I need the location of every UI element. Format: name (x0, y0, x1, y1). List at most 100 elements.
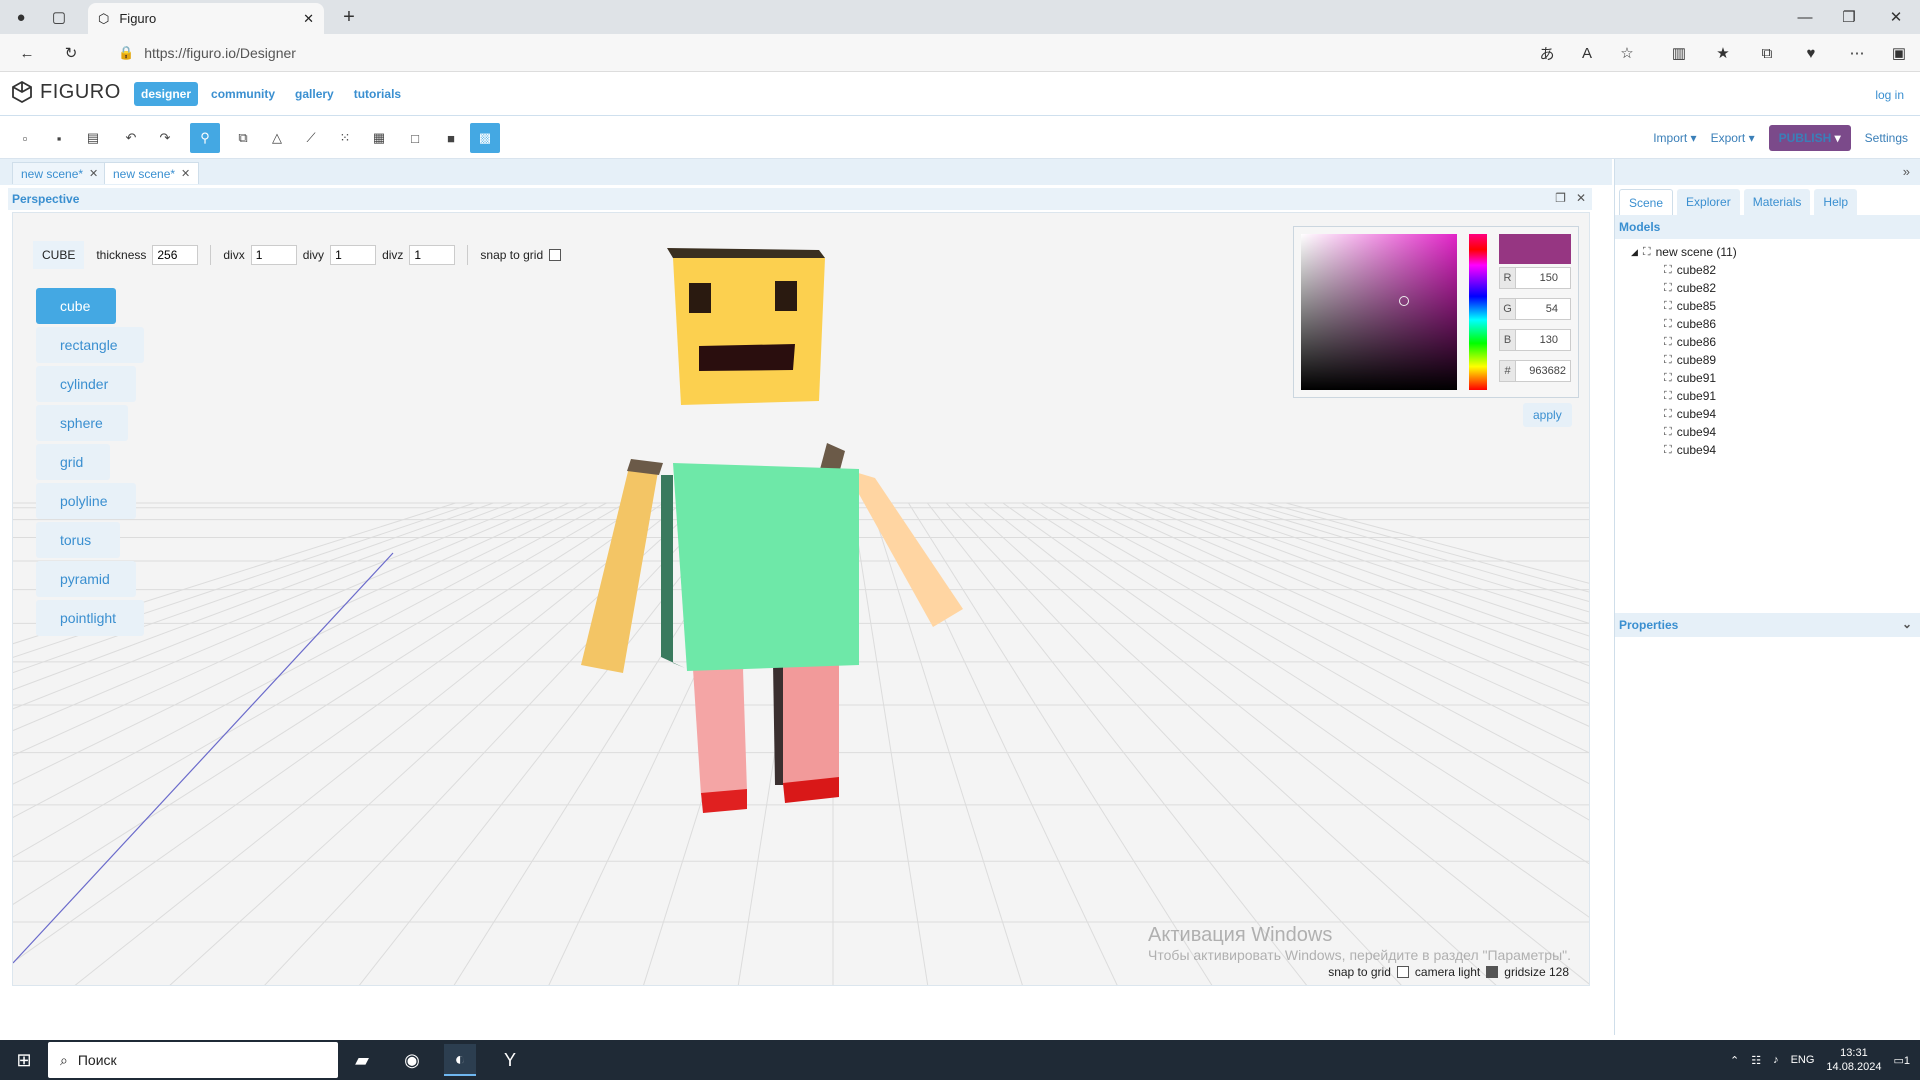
network-icon[interactable]: ☷ (1751, 1054, 1761, 1067)
restore-icon[interactable]: ❐ (1838, 6, 1860, 28)
expand-properties-icon[interactable]: ⌄ (1902, 617, 1912, 631)
tree-item[interactable]: ⛶ cube94 (1631, 423, 1920, 441)
nav-designer[interactable]: designer (134, 82, 199, 106)
right-arm[interactable] (845, 469, 963, 627)
browser-tab[interactable]: ⬡ Figuro ✕ (88, 3, 324, 34)
expand-icon[interactable]: ◢ (1631, 247, 1638, 258)
browser-essentials-icon[interactable]: ♥ (1800, 42, 1822, 64)
nav-tutorials[interactable]: tutorials (347, 82, 408, 106)
tree-item[interactable]: ⛶ cube91 (1631, 369, 1920, 387)
shape-grid-button[interactable]: grid (36, 444, 110, 480)
file-explorer-icon[interactable]: ▰ (346, 1044, 378, 1076)
collections-icon[interactable]: ⧉ (1756, 42, 1778, 64)
torso[interactable] (673, 463, 859, 671)
back-icon[interactable]: ← (16, 42, 38, 64)
taskbar-search[interactable]: ⌕ Поиск (48, 1042, 338, 1078)
shape-torus-button[interactable]: torus (36, 522, 120, 558)
shape-cylinder-button[interactable]: cylinder (36, 366, 136, 402)
hex-field[interactable]: # 963682 (1499, 360, 1571, 382)
tree-item[interactable]: ⛶ cube82 (1631, 279, 1920, 297)
nav-community[interactable]: community (204, 82, 282, 106)
copy-icon[interactable]: ⧉ (228, 123, 258, 153)
close-window-icon[interactable]: ✕ (1885, 6, 1907, 28)
color-cursor[interactable] (1399, 296, 1409, 306)
gridsize-label[interactable]: gridsize 128 (1504, 965, 1569, 979)
snap-to-grid-checkbox[interactable] (549, 249, 562, 261)
saturation-value-area[interactable] (1301, 234, 1457, 390)
language-indicator[interactable]: ENG (1791, 1054, 1815, 1066)
volume-icon[interactable]: ♪ (1773, 1054, 1779, 1066)
favorites-icon[interactable]: ★ (1712, 42, 1734, 64)
save-as-icon[interactable]: ▤ (78, 123, 108, 153)
tree-item[interactable]: ⛶ cube89 (1631, 351, 1920, 369)
tree-item[interactable]: ⛶ cube91 (1631, 387, 1920, 405)
head[interactable] (673, 258, 825, 405)
green-channel-field[interactable]: G 54 (1499, 298, 1571, 320)
translate-icon[interactable]: あ (1536, 42, 1558, 64)
windows-start-icon[interactable]: ⊞ (8, 1044, 40, 1076)
maximize-icon[interactable]: ❐ (1555, 191, 1566, 205)
sidebar-icon[interactable]: ▣ (1888, 42, 1910, 64)
close-doc-tab-icon[interactable]: ✕ (181, 167, 190, 180)
line-tool-icon[interactable]: ⟋ (296, 123, 326, 153)
export-menu[interactable]: Export ▾ (1711, 131, 1755, 145)
divz-input[interactable] (409, 245, 456, 265)
close-viewport-icon[interactable]: ✕ (1576, 191, 1586, 205)
red-channel-field[interactable]: R 150 (1499, 267, 1571, 289)
figuro-logo[interactable]: FIGURO (10, 80, 121, 104)
more-icon[interactable]: ⋯ (1846, 42, 1868, 64)
yandex-browser-icon[interactable]: Y (494, 1044, 526, 1076)
redo-icon[interactable]: ↷ (150, 123, 180, 153)
points-tool-icon[interactable]: ⁙ (330, 123, 360, 153)
profile-icon[interactable]: ● (10, 6, 32, 28)
undo-icon[interactable]: ↶ (116, 123, 146, 153)
import-menu[interactable]: Import ▾ (1653, 131, 1696, 145)
nav-gallery[interactable]: gallery (288, 82, 341, 106)
tree-item[interactable]: ⛶ cube85 (1631, 297, 1920, 315)
3d-viewport[interactable]: CUBE thickness divx divy divz snap to gr… (12, 212, 1590, 986)
tab-materials[interactable]: Materials (1743, 189, 1811, 215)
notifications-icon[interactable]: ▭1 (1893, 1054, 1910, 1067)
login-link[interactable]: log in (1875, 88, 1904, 102)
chrome-icon[interactable]: ◉ (396, 1044, 428, 1076)
left-leg[interactable] (693, 669, 747, 795)
settings-link[interactable]: Settings (1865, 131, 1908, 145)
grid-tool-icon[interactable]: ▦ (364, 123, 394, 153)
collapse-panel-icon[interactable]: » (1903, 164, 1910, 179)
apply-color-button[interactable]: apply (1523, 403, 1572, 427)
tray-overflow-icon[interactable]: ⌃ (1730, 1054, 1739, 1067)
blue-channel-field[interactable]: B 130 (1499, 329, 1571, 351)
minimize-icon[interactable]: — (1794, 6, 1816, 28)
shape-rectangle-button[interactable]: rectangle (36, 327, 144, 363)
textured-view-icon[interactable]: ▩ (470, 123, 500, 153)
tree-item[interactable]: ⛶ cube82 (1631, 261, 1920, 279)
tab-explorer[interactable]: Explorer (1677, 189, 1740, 215)
select-tool-icon[interactable]: ⚲ (190, 123, 220, 153)
tree-item[interactable]: ⛶ cube94 (1631, 441, 1920, 459)
tree-item[interactable]: ⛶ cube94 (1631, 405, 1920, 423)
tab-help[interactable]: Help (1814, 189, 1858, 215)
shape-pointlight-button[interactable]: pointlight (36, 600, 144, 636)
new-file-icon[interactable]: ▫ (10, 123, 40, 153)
publish-button[interactable]: PUBLISH ▾ (1768, 125, 1851, 151)
doc-tab[interactable]: new scene* ✕ (12, 162, 108, 184)
close-doc-tab-icon[interactable]: ✕ (89, 167, 98, 180)
tree-item[interactable]: ⛶ cube86 (1631, 333, 1920, 351)
triangle-tool-icon[interactable]: △ (262, 123, 292, 153)
tab-scene[interactable]: Scene (1619, 189, 1674, 215)
favorite-star-icon[interactable]: ☆ (1616, 42, 1638, 64)
shape-sphere-button[interactable]: sphere (36, 405, 128, 441)
save-icon[interactable]: ▪ (44, 123, 74, 153)
doc-tab-active[interactable]: new scene* ✕ (104, 162, 200, 184)
camera-light-checkbox[interactable] (1486, 966, 1499, 978)
edge-icon[interactable]: ◐ (444, 1044, 476, 1076)
footer-snap-checkbox[interactable] (1396, 966, 1409, 978)
left-shoe[interactable] (701, 789, 747, 813)
read-aloud-icon[interactable]: A (1576, 42, 1598, 64)
tree-root[interactable]: ◢ ⛶ new scene (11) (1631, 243, 1920, 261)
address-bar[interactable]: 🔒 https://figuro.io/Designer (112, 39, 1592, 67)
shape-cube-button[interactable]: cube (36, 288, 116, 324)
tree-item[interactable]: ⛶ cube86 (1631, 315, 1920, 333)
hue-slider[interactable] (1469, 234, 1487, 390)
tab-actions-icon[interactable]: ▢ (48, 6, 70, 28)
